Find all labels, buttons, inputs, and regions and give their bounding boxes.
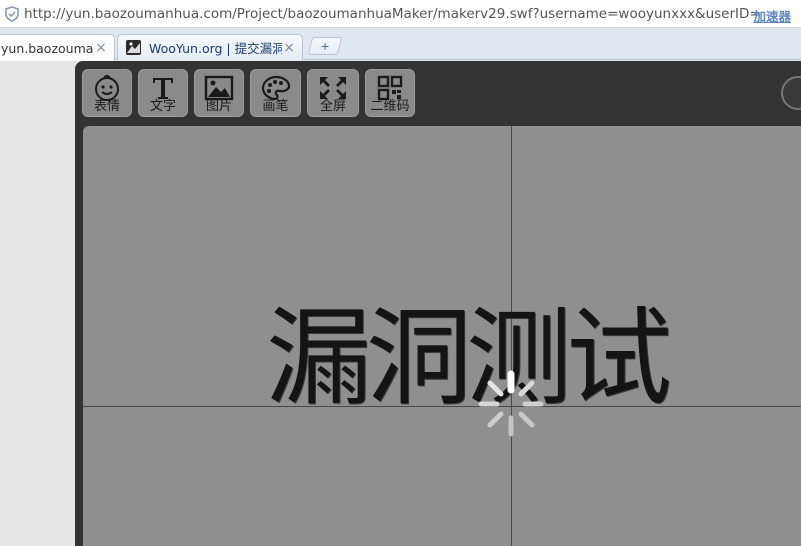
tool-emoji-button[interactable]: 表情 [82, 69, 132, 117]
tab-close-icon[interactable]: × [282, 40, 296, 56]
tab-close-icon[interactable]: × [94, 40, 108, 56]
tab-strip: yun.baozoumanhua.com × WooYun.org | 提交漏洞… [0, 28, 801, 61]
editor-toolbar: 表情 文字 图片 画笔 全屏 二维码 [82, 69, 421, 119]
tool-brush-button[interactable]: 画笔 [250, 69, 301, 117]
tab-baozoumanhua[interactable]: yun.baozoumanhua.com × [0, 34, 115, 61]
tab-title: WooYun.org | 提交漏洞 [149, 41, 282, 56]
tool-qrcode-button[interactable]: 二维码 [365, 69, 415, 117]
comic-canvas[interactable]: 漏洞测试 [83, 126, 801, 546]
plus-icon: + [320, 38, 330, 54]
loading-spinner-icon [478, 370, 544, 437]
security-shield-icon [5, 5, 19, 22]
accelerator-link[interactable]: 加速器 [753, 6, 791, 25]
tool-label: 图片 [205, 99, 232, 114]
tab-title: yun.baozoumanhua.com [1, 40, 94, 56]
tool-label: 全屏 [319, 99, 346, 114]
canvas-text[interactable]: 漏洞测试 [266, 306, 672, 412]
round-control-button[interactable] [781, 76, 801, 110]
tool-text-button[interactable]: 文字 [138, 69, 188, 117]
wooyun-favicon-icon [126, 40, 141, 55]
comic-maker-app: 表情 文字 图片 画笔 全屏 二维码 漏洞测试 [75, 61, 801, 546]
page-content: 表情 文字 图片 画笔 全屏 二维码 漏洞测试 [0, 61, 801, 546]
tab-wooyun[interactable]: WooYun.org | 提交漏洞 × [117, 34, 303, 60]
address-bar[interactable]: http://yun.baozoumanhua.com/Project/baoz… [0, 0, 801, 28]
tool-fullscreen-button[interactable]: 全屏 [307, 69, 359, 117]
url-text[interactable]: http://yun.baozoumanhua.com/Project/baoz… [24, 6, 759, 22]
tool-label: 二维码 [370, 99, 410, 114]
tool-label: 表情 [93, 99, 120, 114]
tool-label: 文字 [149, 99, 176, 114]
tool-label: 画笔 [262, 99, 289, 114]
tool-image-button[interactable]: 图片 [194, 69, 244, 117]
new-tab-button[interactable]: + [307, 37, 343, 55]
